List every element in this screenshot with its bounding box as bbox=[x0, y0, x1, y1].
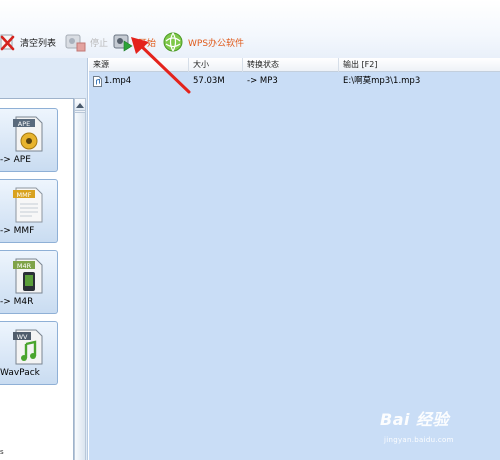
stop-label: 停止 bbox=[90, 38, 109, 49]
format-button-list: APE -> APE MMF -> MMF M4R -> M4R WV WavP… bbox=[0, 98, 74, 460]
column-status[interactable]: 转换状态 bbox=[243, 58, 339, 72]
audio-file-icon bbox=[93, 75, 102, 87]
watermark-logo: Bai 经验 bbox=[380, 410, 450, 429]
clear-list-button[interactable]: 清空列表 bbox=[0, 30, 56, 54]
svg-text:WV: WV bbox=[16, 333, 27, 341]
watermark: Bai 经验 jingyan.baidu.com bbox=[380, 404, 498, 458]
ape-file-icon: APE bbox=[12, 116, 42, 152]
convert-to-mmf-button[interactable]: MMF -> MMF bbox=[0, 179, 58, 243]
convert-to-m4r-button[interactable]: M4R -> M4R bbox=[0, 250, 58, 314]
convert-to-wavpack-button[interactable]: WV WavPack bbox=[0, 321, 58, 385]
format-sidebar: APE -> APE MMF -> MMF M4R -> M4R WV WavP… bbox=[0, 58, 88, 460]
file-list[interactable]: 来源 大小 转换状态 输出 [F2] 1.mp4 57.03M -> MP3 E… bbox=[89, 58, 500, 460]
mmf-file-icon: MMF bbox=[12, 187, 42, 223]
chevron-up-icon bbox=[76, 102, 84, 108]
scroll-up-arrow[interactable] bbox=[75, 99, 85, 111]
annotation-arrow bbox=[131, 37, 191, 94]
svg-text:APE: APE bbox=[17, 120, 29, 128]
column-output[interactable]: 输出 [F2] bbox=[339, 58, 500, 72]
wavpack-file-icon: WV bbox=[12, 329, 42, 365]
wps-label: WPS办公软件 bbox=[188, 38, 245, 49]
sidebar-scrollbar[interactable] bbox=[74, 98, 86, 460]
mmf-label: -> MMF bbox=[0, 226, 35, 236]
cell-output: E:\啊莫mp3\1.mp3 bbox=[343, 76, 421, 86]
ape-label: -> APE bbox=[0, 155, 31, 165]
stop-button[interactable]: 停止 bbox=[64, 30, 108, 54]
m4r-file-icon: M4R bbox=[12, 258, 42, 294]
delete-x-icon bbox=[0, 34, 15, 51]
clear-list-label: 清空列表 bbox=[20, 38, 57, 49]
svg-text:MMF: MMF bbox=[16, 191, 31, 199]
stop-icon bbox=[65, 34, 86, 52]
left-footer-text: s bbox=[0, 448, 4, 456]
column-size[interactable]: 大小 bbox=[189, 58, 243, 72]
wavpack-label: WavPack bbox=[0, 368, 40, 378]
scroll-thumb[interactable] bbox=[75, 112, 85, 460]
svg-text:M4R: M4R bbox=[16, 262, 31, 270]
watermark-url: jingyan.baidu.com bbox=[384, 436, 454, 444]
cell-size: 57.03M bbox=[193, 76, 225, 86]
toolbar: 清空列表 停止 开始 WPS办公软件 bbox=[0, 0, 500, 58]
m4r-label: -> M4R bbox=[0, 297, 34, 307]
convert-to-ape-button[interactable]: APE -> APE bbox=[0, 108, 58, 172]
cell-status: -> MP3 bbox=[247, 76, 278, 86]
